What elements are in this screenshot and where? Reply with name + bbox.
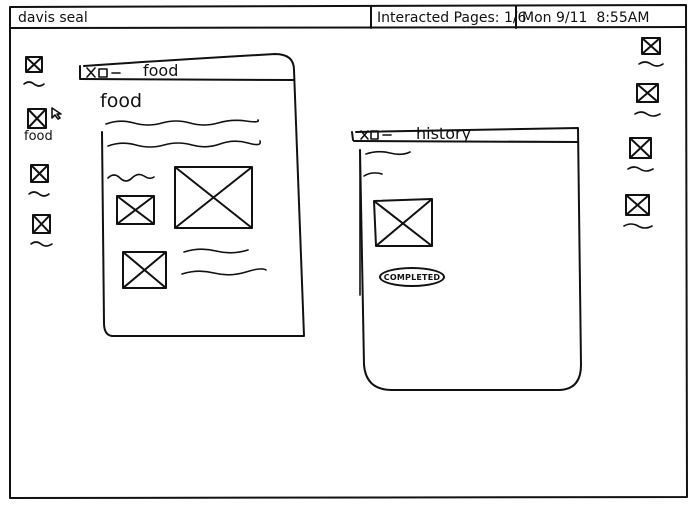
window-history[interactable]: history COMPLETED: [346, 120, 591, 395]
close-icon[interactable]: [86, 67, 96, 78]
desktop-icon-4[interactable]: [30, 213, 56, 253]
desktop-icon-1[interactable]: [23, 55, 50, 95]
food-content: [105, 119, 267, 289]
image-placeholder-icon: [373, 198, 433, 247]
date: Mon 9/11: [522, 10, 588, 26]
status-badge: COMPLETED: [379, 267, 445, 287]
clock: Mon 9/11 8:55AM: [522, 9, 649, 27]
window-food[interactable]: food food: [79, 48, 305, 343]
close-icon[interactable]: [360, 130, 369, 140]
window-controls: [360, 130, 392, 140]
image-placeholder-icon: [623, 194, 653, 229]
window-title: food: [143, 61, 179, 80]
maximize-icon[interactable]: [98, 68, 108, 78]
image-placeholder-icon: [122, 251, 167, 289]
image-placeholder-icon: [116, 195, 155, 225]
image-placeholder-icon: [627, 137, 654, 172]
desktop-icon-food[interactable]: food: [24, 107, 72, 147]
time: 8:55AM: [596, 10, 650, 26]
page-heading: food: [100, 90, 142, 112]
image-placeholder-icon: [174, 166, 253, 229]
desktop-icon-r3[interactable]: [626, 136, 658, 176]
maximize-icon[interactable]: [370, 130, 379, 140]
image-placeholder-icon: [634, 83, 661, 117]
interacted-pages-label: Interacted Pages:: [377, 10, 500, 26]
status-badge-label: COMPLETED: [383, 272, 441, 282]
desktop-icon-r4[interactable]: [622, 193, 656, 233]
desktop-icon-r1[interactable]: [636, 36, 666, 72]
interacted-pages-status: Interacted Pages: 1/6: [377, 9, 526, 27]
desktop-icon-3[interactable]: [28, 163, 54, 203]
user-name[interactable]: davis seal: [18, 9, 88, 27]
history-content: [363, 150, 433, 247]
image-placeholder-icon: [23, 56, 45, 87]
window-controls: [86, 67, 121, 78]
desktop-icon-label: food: [24, 129, 53, 144]
desktop-icon-r2[interactable]: [632, 82, 664, 122]
cursor-icon: [51, 107, 62, 120]
image-placeholder-icon: [28, 164, 50, 197]
image-placeholder-icon: [30, 214, 53, 247]
image-placeholder-icon: [638, 37, 664, 67]
window-title: history: [416, 124, 472, 143]
